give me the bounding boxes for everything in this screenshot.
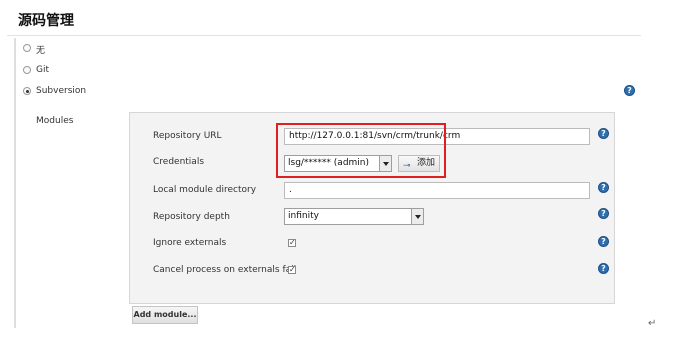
local-module-directory-label: Local module directory	[153, 185, 257, 195]
repository-url-label: Repository URL	[153, 131, 222, 141]
repository-depth-label: Repository depth	[153, 212, 230, 222]
cancel-process-checkbox[interactable]: ✓	[288, 266, 296, 274]
highlight-box	[276, 123, 446, 178]
repository-depth-selected-value: infinity	[288, 211, 319, 221]
repository-url-help-icon[interactable]: ?	[598, 128, 609, 139]
section-left-border	[14, 38, 16, 328]
scm-label-git: Git	[36, 65, 50, 75]
credentials-label: Credentials	[153, 157, 205, 167]
chevron-down-icon	[411, 209, 423, 224]
local-module-directory-input[interactable]: .	[284, 182, 590, 199]
ignore-externals-label: Ignore externals	[153, 238, 227, 248]
scm-radio-subversion[interactable]	[23, 87, 31, 95]
cancel-process-help-icon[interactable]: ?	[598, 263, 609, 274]
modules-label: Modules	[36, 116, 74, 126]
scm-label-none: 无	[36, 46, 46, 56]
ignore-externals-checkbox[interactable]: ✓	[288, 239, 296, 247]
subversion-help-icon[interactable]: ?	[624, 85, 635, 96]
scm-label-subversion: Subversion	[36, 86, 87, 96]
scm-radio-git[interactable]	[23, 66, 31, 74]
repository-depth-help-icon[interactable]: ?	[598, 208, 609, 219]
page-title: 源码管理	[18, 13, 74, 29]
title-divider	[7, 35, 641, 36]
repository-depth-select[interactable]: infinity	[284, 208, 424, 225]
add-module-button[interactable]: Add module...	[132, 306, 198, 324]
return-mark: ↵	[648, 318, 657, 329]
local-module-directory-help-icon[interactable]: ?	[598, 182, 609, 193]
cancel-process-label: Cancel process on externals fail	[153, 265, 297, 275]
scm-radio-none[interactable]	[23, 44, 31, 52]
ignore-externals-help-icon[interactable]: ?	[598, 236, 609, 247]
